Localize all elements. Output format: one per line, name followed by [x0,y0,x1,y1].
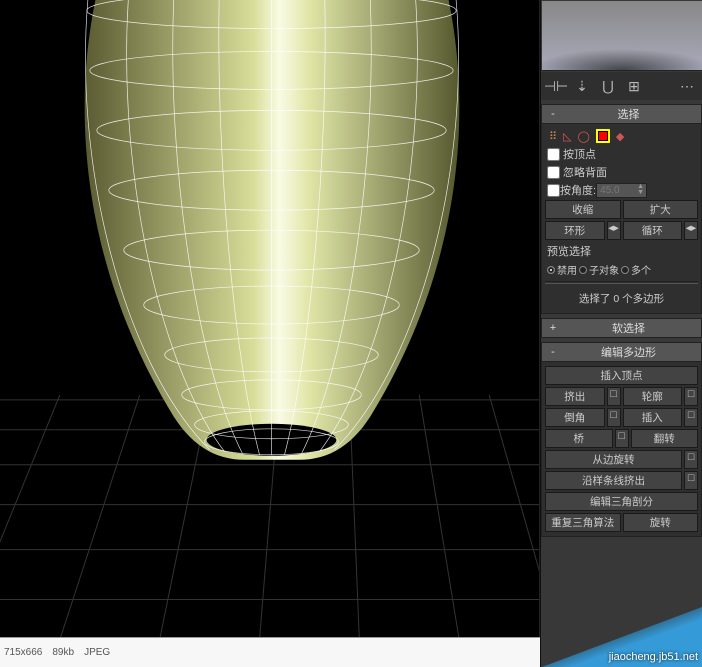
selection-status: 选择了 0 个多边形 [545,287,698,310]
ignore-backfacing-label: 忽略背面 [563,164,607,180]
angle-spinner[interactable]: 45.0 ▲▼ [596,183,647,198]
panel-title: 编辑多边形 [560,344,697,360]
retriangulate-button[interactable]: 重复三角算法 [545,513,621,532]
extrude-spline-settings[interactable]: □ [684,471,698,490]
image-filesize: 89kb [52,647,74,658]
bevel-button[interactable]: 倒角 [545,408,605,427]
image-dimensions: 715x666 [4,647,42,658]
insert-vertex-button[interactable]: 插入顶点 [545,366,698,385]
preview-multi-radio[interactable]: 多个 [621,262,651,277]
outline-settings[interactable]: □ [684,387,698,406]
ring-spinner[interactable]: ◂▸ [607,221,621,240]
watermark: jiaocheng.jb51.net [609,651,698,663]
polygon-mode-icon[interactable] [596,129,610,143]
shrink-button[interactable]: 收缩 [545,200,621,219]
element-mode-icon[interactable]: ◆ [616,130,624,143]
vertex-mode-icon[interactable]: ⠿ [549,130,557,143]
border-mode-icon[interactable]: ◯ [578,130,590,143]
pin-icon[interactable]: ⊣⊢ [547,77,565,95]
extrude-button[interactable]: 挤出 [545,387,605,406]
edit-tri-button[interactable]: 编辑三角剖分 [545,492,698,511]
ring-button[interactable]: 环形 [545,221,605,240]
bevel-settings[interactable]: □ [607,408,621,427]
soft-selection-header[interactable]: + 软选择 [541,318,702,338]
loop-spinner[interactable]: ◂▸ [684,221,698,240]
outline-button[interactable]: 轮廓 [623,387,683,406]
magnet-icon[interactable]: ⋃ [599,77,617,95]
ignore-backfacing-checkbox[interactable] [547,166,560,179]
extrude-spline-button[interactable]: 沿样条线挤出 [545,471,682,490]
panel-title: 选择 [560,106,697,122]
perspective-viewport[interactable] [0,0,540,637]
inset-settings[interactable]: □ [684,408,698,427]
image-format: JPEG [84,647,110,658]
preview-off-radio[interactable]: 禁用 [547,262,577,277]
collapse-icon: - [546,346,560,358]
edge-mode-icon[interactable]: ◺ [563,130,571,143]
tweezers-icon[interactable]: ⇣ [573,77,591,95]
hinge-button[interactable]: 从边旋转 [545,450,682,469]
preview-subobj-radio[interactable]: 子对象 [579,262,619,277]
collapse-icon: - [546,108,560,120]
material-preview [542,1,702,71]
grow-button[interactable]: 扩大 [623,200,699,219]
viewport-canvas [0,0,539,637]
by-angle-checkbox[interactable] [547,184,560,197]
inset-button[interactable]: 插入 [623,408,683,427]
expand-icon: + [546,322,560,334]
bridge-button[interactable]: 桥 [545,429,613,448]
command-panel: ⊣⊢ ⇣ ⋃ ⊞ ⋯ - 选择 ⠿ ◺ ◯ ◆ 按顶点 忽略背面 按角度: [540,0,702,667]
loop-button[interactable]: 循环 [623,221,683,240]
selection-panel-header[interactable]: - 选择 [541,104,702,124]
hinge-settings[interactable]: □ [684,450,698,469]
by-vertex-checkbox[interactable] [547,148,560,161]
extrude-settings[interactable]: □ [607,387,621,406]
more-icon[interactable]: ⋯ [678,77,696,95]
turn-button[interactable]: 旋转 [623,513,699,532]
bridge-settings[interactable]: □ [615,429,629,448]
icon-toolbar: ⊣⊢ ⇣ ⋃ ⊞ ⋯ [541,72,702,100]
image-info-bar: 715x666 89kb JPEG [0,637,540,667]
options-icon[interactable]: ⊞ [625,77,643,95]
by-angle-label: 按角度: [560,182,596,198]
preview-selection-label: 预览选择 [545,241,698,261]
panel-title: 软选择 [560,320,697,336]
flip-button[interactable]: 翻转 [631,429,699,448]
edit-poly-header[interactable]: - 编辑多边形 [541,342,702,362]
by-vertex-label: 按顶点 [563,146,596,162]
